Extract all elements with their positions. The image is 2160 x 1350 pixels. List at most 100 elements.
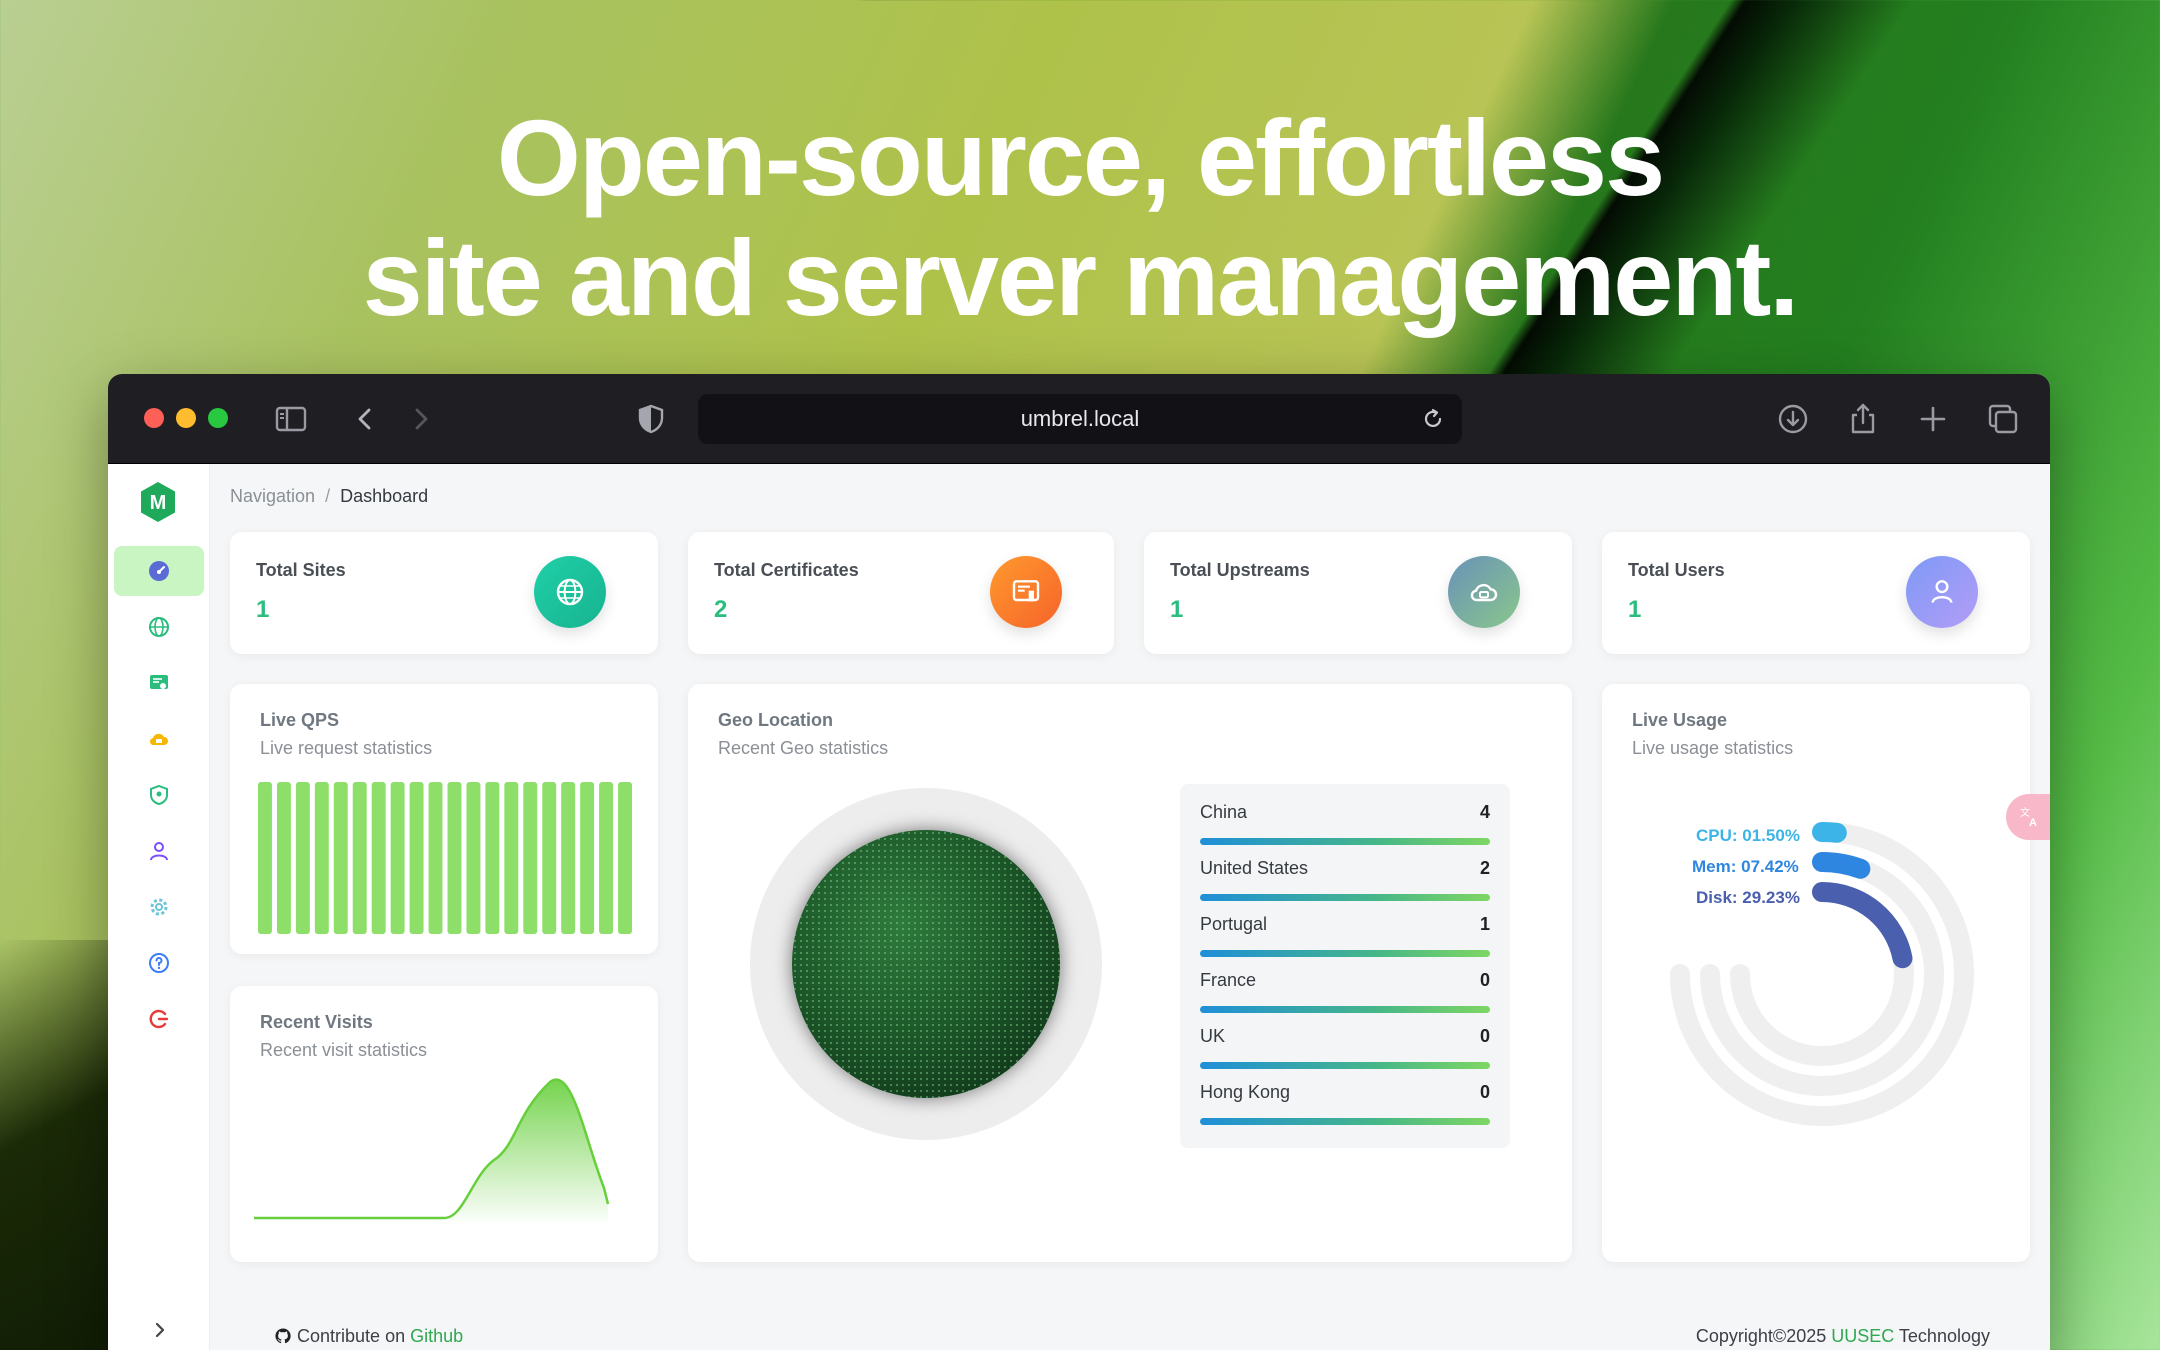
translate-button[interactable]: 文 A <box>2006 794 2050 840</box>
minimize-window-button[interactable] <box>176 408 196 428</box>
geo-count: 2 <box>1480 858 1490 879</box>
logout-icon <box>147 1007 171 1031</box>
certificate-icon <box>147 671 171 695</box>
speedometer-icon <box>147 559 171 583</box>
sidebar-item-settings[interactable] <box>114 882 204 932</box>
url-text: umbrel.local <box>698 394 1462 444</box>
stat-card-upstreams: Total Upstreams 1 <box>1144 532 1572 654</box>
qps-bar <box>429 782 443 934</box>
breadcrumb-current: Dashboard <box>340 486 428 506</box>
card-title: Live Usage <box>1632 710 1727 731</box>
qps-bar <box>542 782 556 934</box>
sidebar-item-sites[interactable] <box>114 602 204 652</box>
geo-row: China 4 <box>1200 784 1490 840</box>
gear-icon <box>147 895 171 919</box>
sidebar-toggle-icon[interactable] <box>274 402 308 436</box>
sidebar-item-help[interactable] <box>114 938 204 988</box>
user-icon <box>1926 576 1958 608</box>
geo-row: Hong Kong 0 <box>1200 1064 1490 1120</box>
geo-row: UK 0 <box>1200 1008 1490 1064</box>
download-icon[interactable] <box>1776 402 1810 436</box>
github-icon <box>274 1327 292 1345</box>
geo-count: 4 <box>1480 802 1490 823</box>
qps-bar <box>485 782 499 934</box>
github-link[interactable]: Github <box>410 1326 463 1346</box>
certificate-icon <box>1010 576 1042 608</box>
shield-icon <box>147 783 171 807</box>
geo-row: France 0 <box>1200 952 1490 1008</box>
breadcrumb-separator: / <box>325 486 330 506</box>
uusec-link[interactable]: UUSEC <box>1831 1326 1894 1346</box>
geo-count: 1 <box>1480 914 1490 935</box>
stat-icon-badge <box>990 556 1062 628</box>
breadcrumb-root[interactable]: Navigation <box>230 486 315 506</box>
sidebar-item-security[interactable] <box>114 770 204 820</box>
qps-bar <box>391 782 405 934</box>
qps-bar <box>466 782 480 934</box>
qps-bar <box>277 782 291 934</box>
footer-copyright: Copyright©2025 UUSEC Technology <box>1696 1326 1990 1347</box>
stat-value: 1 <box>1170 596 1183 624</box>
qps-bar <box>410 782 424 934</box>
qps-bar <box>618 782 632 934</box>
stat-value: 1 <box>256 596 269 624</box>
shield-icon[interactable] <box>634 402 668 436</box>
question-icon <box>147 951 171 975</box>
sidebar-item-logout[interactable] <box>114 994 204 1044</box>
close-window-button[interactable] <box>144 408 164 428</box>
main-content: Navigation/Dashboard Total Sites 1 Total… <box>210 464 2050 1350</box>
geo-country: United States <box>1200 858 1308 879</box>
globe-icon[interactable] <box>792 830 1060 1098</box>
qps-bar <box>448 782 462 934</box>
sidebar-item-users[interactable] <box>114 826 204 876</box>
stat-value: 1 <box>1628 596 1641 624</box>
sidebar-item-upstreams[interactable] <box>114 714 204 764</box>
card-subtitle: Live usage statistics <box>1632 738 1793 759</box>
card-subtitle: Recent visit statistics <box>260 1040 427 1061</box>
geo-country: UK <box>1200 1026 1225 1047</box>
translate-icon: 文 A <box>2017 804 2043 830</box>
stat-card-certificates: Total Certificates 2 <box>688 532 1114 654</box>
user-icon <box>147 839 171 863</box>
card-title: Recent Visits <box>260 1012 373 1033</box>
address-bar[interactable]: umbrel.local <box>698 394 1462 444</box>
geo-country: Hong Kong <box>1200 1082 1290 1103</box>
geo-count: 0 <box>1480 1082 1490 1103</box>
geo-count: 0 <box>1480 970 1490 991</box>
back-icon[interactable] <box>348 402 382 436</box>
cloud-icon <box>147 727 171 751</box>
geo-count: 0 <box>1480 1026 1490 1047</box>
reload-icon[interactable] <box>1420 406 1446 432</box>
forward-icon[interactable] <box>404 402 438 436</box>
zoom-window-button[interactable] <box>208 408 228 428</box>
sidebar-item-certificates[interactable] <box>114 658 204 708</box>
usage-arc <box>1822 892 1902 958</box>
card-subtitle: Recent Geo statistics <box>718 738 888 759</box>
qps-bar <box>580 782 594 934</box>
usage-arc <box>1822 862 1860 869</box>
sidebar-expand-button[interactable] <box>148 1318 172 1342</box>
stat-icon-badge <box>1906 556 1978 628</box>
qps-bar <box>296 782 310 934</box>
disk-usage-label: Disk: 29.23% <box>1696 888 1800 908</box>
stat-label: Total Users <box>1628 560 1725 581</box>
geo-country: Portugal <box>1200 914 1267 935</box>
hero-headline: Open-source, effortless site and server … <box>0 98 2160 338</box>
sidebar-item-dashboard[interactable] <box>114 546 204 596</box>
breadcrumb: Navigation / Dashboard <box>230 486 428 507</box>
qps-bar <box>504 782 518 934</box>
geo-country: China <box>1200 802 1247 823</box>
globe-icon <box>147 615 171 639</box>
geo-country-list: China 4 United States 2 Portugal 1 Franc… <box>1180 784 1510 1148</box>
card-title: Geo Location <box>718 710 833 731</box>
hero-line-2: site and server management. <box>0 218 2160 338</box>
new-tab-icon[interactable] <box>1916 402 1950 436</box>
share-icon[interactable] <box>1846 402 1880 436</box>
copyright-suffix: Technology <box>1894 1326 1990 1346</box>
qps-bar <box>315 782 329 934</box>
tabs-overview-icon[interactable] <box>1986 402 2020 436</box>
app-logo[interactable]: M <box>138 480 178 524</box>
visits-area-chart <box>254 1076 634 1246</box>
app-sidebar: M <box>108 464 210 1350</box>
globe-icon <box>554 576 586 608</box>
